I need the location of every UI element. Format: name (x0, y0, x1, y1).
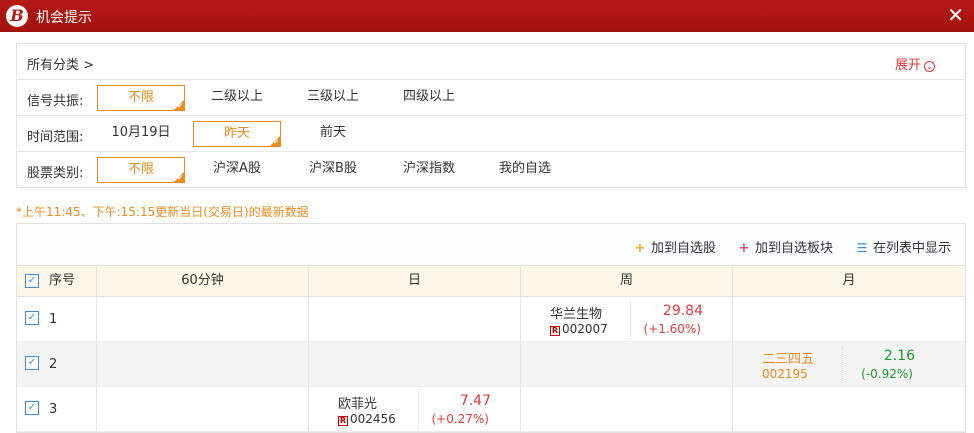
stock-name[interactable]: 华兰生物 (550, 303, 602, 322)
signal-option-level2[interactable]: 二级以上 (193, 85, 281, 111)
row-seq: 3 (49, 402, 58, 417)
add-to-block-button[interactable]: + 加到自选板块 (737, 237, 833, 256)
stock-type-option-b[interactable]: 沪深B股 (289, 157, 377, 183)
stock-change: (+0.27%) (431, 412, 489, 426)
stock-type-filter-row: 股票类别: 不限 沪深A股 沪深B股 沪深指数 我的自选 (17, 152, 965, 188)
header-60min: 60分钟 (97, 266, 309, 297)
divider (418, 391, 419, 428)
stock-price: 2.16 (883, 348, 915, 364)
results-table: + 加到自选股 + 加到自选板块 ☰ 在列表中显示 ✓ 序号 60分钟 日 周 月 ✓… (16, 223, 966, 433)
row-period-cell (97, 387, 309, 432)
stock-code: 002195 (762, 367, 808, 381)
header-month: 月 (842, 273, 856, 288)
row-period-cell: 华兰生物 R 002007 29.84 (+1.60%) (521, 297, 733, 342)
title-bar: B 机会提示 ✕ (0, 0, 974, 32)
header-seq: 序号 (49, 273, 76, 288)
close-icon[interactable]: ✕ (947, 4, 964, 26)
row-period-cell (309, 342, 521, 387)
stock-price: 7.47 (459, 393, 491, 409)
r-badge-icon: R (550, 326, 560, 336)
row-period-cell (521, 342, 733, 387)
all-categories-breadcrumb[interactable]: 所有分类 > (27, 54, 94, 73)
stock-change: (+1.60%) (643, 322, 701, 336)
header-day: 日 (309, 266, 521, 297)
row-seq-cell: ✓ 3 (17, 387, 97, 432)
list-icon: ☰ (856, 241, 868, 255)
row-period-cell (733, 297, 965, 342)
row-period-cell (733, 387, 965, 432)
stock-entry[interactable]: 二三四五 002195 2.16 (-0.92%) (733, 342, 945, 387)
time-option-day-before[interactable]: 前天 (289, 121, 377, 147)
chevron-down-icon: ⌄ (924, 61, 935, 72)
stock-type-option-index[interactable]: 沪深指数 (385, 157, 473, 183)
row-period-cell: 欧菲光 R 002456 7.47 (+0.27%) (309, 387, 521, 432)
show-in-list-label: 在列表中显示 (873, 241, 952, 256)
table-header: ✓ 序号 60分钟 日 周 月 (17, 266, 965, 297)
row-seq-cell: ✓ 1 (17, 297, 97, 342)
add-to-watchlist-button[interactable]: + 加到自选股 (633, 237, 716, 256)
stock-code: R 002007 (550, 322, 608, 336)
category-row: 所有分类 > 展开 ⌄ (17, 44, 965, 80)
row-period-cell (97, 342, 309, 387)
add-to-block-label: 加到自选板块 (755, 241, 834, 256)
signal-option-any[interactable]: 不限 (97, 85, 185, 111)
stock-price: 29.84 (662, 303, 703, 319)
plus-icon: + (738, 241, 750, 256)
stock-type-option-a[interactable]: 沪深A股 (193, 157, 281, 183)
filter-panel: 所有分类 > 展开⌄ 信号共振: 不限 二级以上 三级以上 四级以上 时间范围:… (16, 43, 966, 188)
update-note: *上午11:45、下午:15:15更新当日(交易日)的最新数据 (16, 205, 309, 219)
divider (842, 346, 843, 383)
show-in-list-button[interactable]: ☰ 在列表中显示 (855, 237, 951, 256)
expand-button[interactable]: 展开 ⌄ (895, 54, 935, 73)
row-period-cell (309, 297, 521, 342)
header-week: 周 (521, 266, 733, 297)
signal-filter-row: 信号共振: 不限 二级以上 三级以上 四级以上 (17, 80, 965, 116)
stock-code: R 002456 (338, 412, 396, 426)
signal-filter-label: 信号共振: (27, 94, 84, 109)
stock-type-filter-label: 股票类别: (27, 166, 84, 181)
divider (630, 301, 631, 338)
stock-name[interactable]: 二三四五 (762, 348, 814, 367)
row-seq-cell: ✓ 2 (17, 342, 97, 387)
header-seq-cell: ✓ 序号 (17, 266, 97, 297)
row-checkbox[interactable]: ✓ (25, 311, 39, 325)
time-filter-row: 时间范围: 10月19日 昨天 前天 (17, 116, 965, 152)
stock-entry[interactable]: 华兰生物 R 002007 29.84 (+1.60%) (521, 297, 733, 342)
table-toolbar: + 加到自选股 + 加到自选板块 ☰ 在列表中显示 (17, 224, 965, 266)
table-row[interactable]: ✓ 2 二三四五 002195 2.16 (-0.92%) (17, 342, 965, 387)
stock-type-option-watchlist[interactable]: 我的自选 (481, 157, 569, 183)
signal-option-level4[interactable]: 四级以上 (385, 85, 473, 111)
row-period-cell: 二三四五 002195 2.16 (-0.92%) (733, 342, 965, 387)
table-row[interactable]: ✓ 3 欧菲光 R 002456 7.47 (+0.27%) (17, 387, 965, 432)
expand-label: 展开 (894, 58, 921, 73)
time-option-date[interactable]: 10月19日 (97, 121, 185, 147)
stock-change: (-0.92%) (861, 367, 913, 381)
add-to-watchlist-label: 加到自选股 (651, 241, 717, 256)
row-period-cell (97, 297, 309, 342)
signal-option-level3[interactable]: 三级以上 (289, 85, 377, 111)
stock-type-option-any[interactable]: 不限 (97, 157, 185, 183)
select-all-checkbox[interactable]: ✓ (25, 274, 39, 288)
row-checkbox[interactable]: ✓ (25, 401, 39, 415)
stock-entry[interactable]: 欧菲光 R 002456 7.47 (+0.27%) (309, 387, 521, 432)
window-title: 机会提示 (36, 10, 92, 26)
plus-icon: + (634, 241, 646, 256)
r-badge-icon: R (338, 416, 348, 426)
stock-name[interactable]: 欧菲光 (338, 393, 377, 412)
table-row[interactable]: ✓ 1 华兰生物 R 002007 29.84 (+1.60%) (17, 297, 965, 342)
time-filter-label: 时间范围: (27, 130, 84, 145)
row-checkbox[interactable]: ✓ (25, 356, 39, 370)
row-seq: 2 (49, 357, 58, 372)
app-logo-icon: B (6, 5, 28, 27)
row-seq: 1 (49, 312, 58, 327)
row-period-cell (521, 387, 733, 432)
time-option-yesterday[interactable]: 昨天 (193, 121, 281, 147)
